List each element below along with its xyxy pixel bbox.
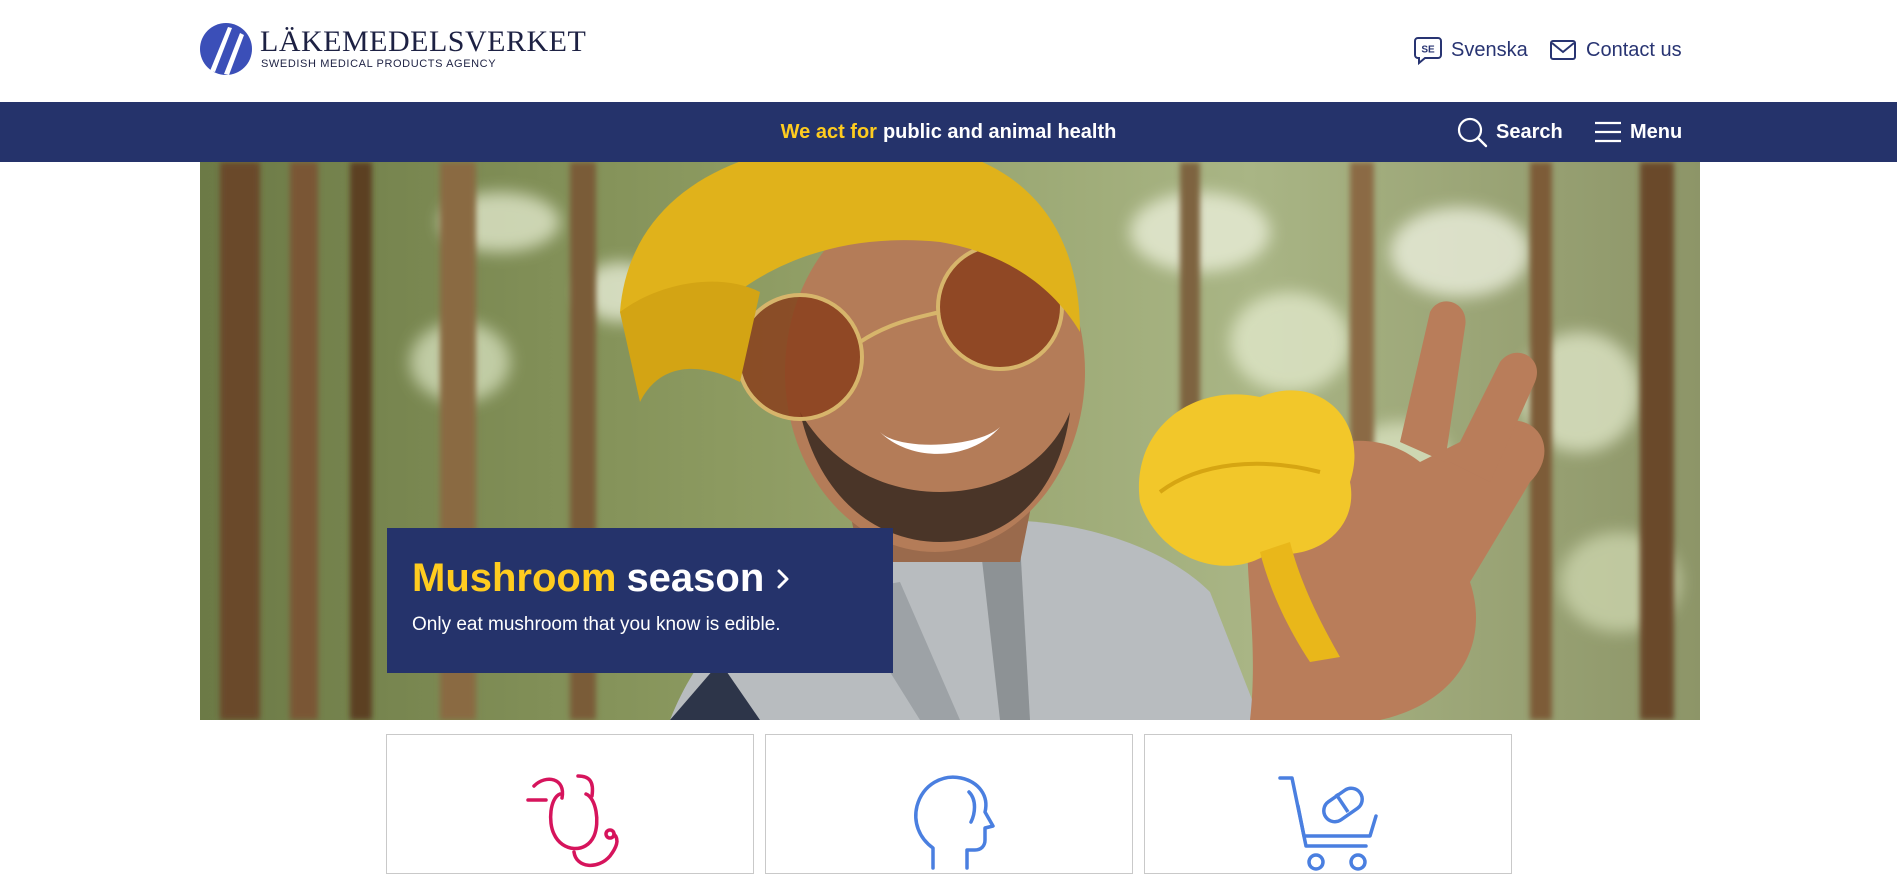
lakemedelsverket-logo-mark [200,23,252,75]
contact-link[interactable]: Contact us [1549,34,1682,66]
menu-button[interactable]: Menu [1594,102,1682,162]
search-button[interactable]: Search [1456,102,1563,162]
language-link-label: Svenska [1451,38,1528,61]
menu-button-label: Menu [1630,120,1683,143]
language-link[interactable]: SE Svenska [1414,34,1528,66]
hero-banner[interactable]: Mushroom season Only eat mushroom that y… [200,162,1700,720]
card-mind[interactable] [765,734,1133,874]
tagline-rest: public and animal health [882,120,1117,143]
site-logo[interactable]: LÄKEMEDELSVERKET SWEDISH MEDICAL PRODUCT… [198,21,586,79]
card-shopping[interactable] [1144,734,1512,874]
contact-link-label: Contact us [1586,38,1682,61]
promo-title: Mushroom season [412,556,790,601]
logo-subtitle: SWEDISH MEDICAL PRODUCTS AGENCY [261,58,497,70]
promo-text: Only eat mushroom that you know is edibl… [412,614,781,635]
head-profile-icon [914,775,995,870]
chevron-right-icon [777,569,789,588]
site-header: LÄKEMEDELSVERKET SWEDISH MEDICAL PRODUCT… [0,0,1897,102]
shopping-cart-pill-icon [1278,776,1378,871]
hamburger-menu-icon [1595,121,1621,143]
search-icon [1457,117,1488,148]
main-navbar: We act for public and animal health Sear… [0,102,1897,162]
logo-name: LÄKEMEDELSVERKET [260,25,587,58]
promo-box[interactable]: Mushroom season Only eat mushroom that y… [387,528,893,673]
svg-text:SE: SE [1421,45,1435,56]
promo-title-highlight: Mushroom [412,556,617,600]
promo-title-rest: season [626,556,765,600]
se-speech-bubble-icon: SE [1414,37,1442,65]
stethoscope-icon [526,774,619,867]
tagline-highlight: We act for [780,120,877,143]
card-health[interactable] [386,734,754,874]
envelope-icon [1550,40,1576,60]
search-button-label: Search [1496,120,1563,143]
